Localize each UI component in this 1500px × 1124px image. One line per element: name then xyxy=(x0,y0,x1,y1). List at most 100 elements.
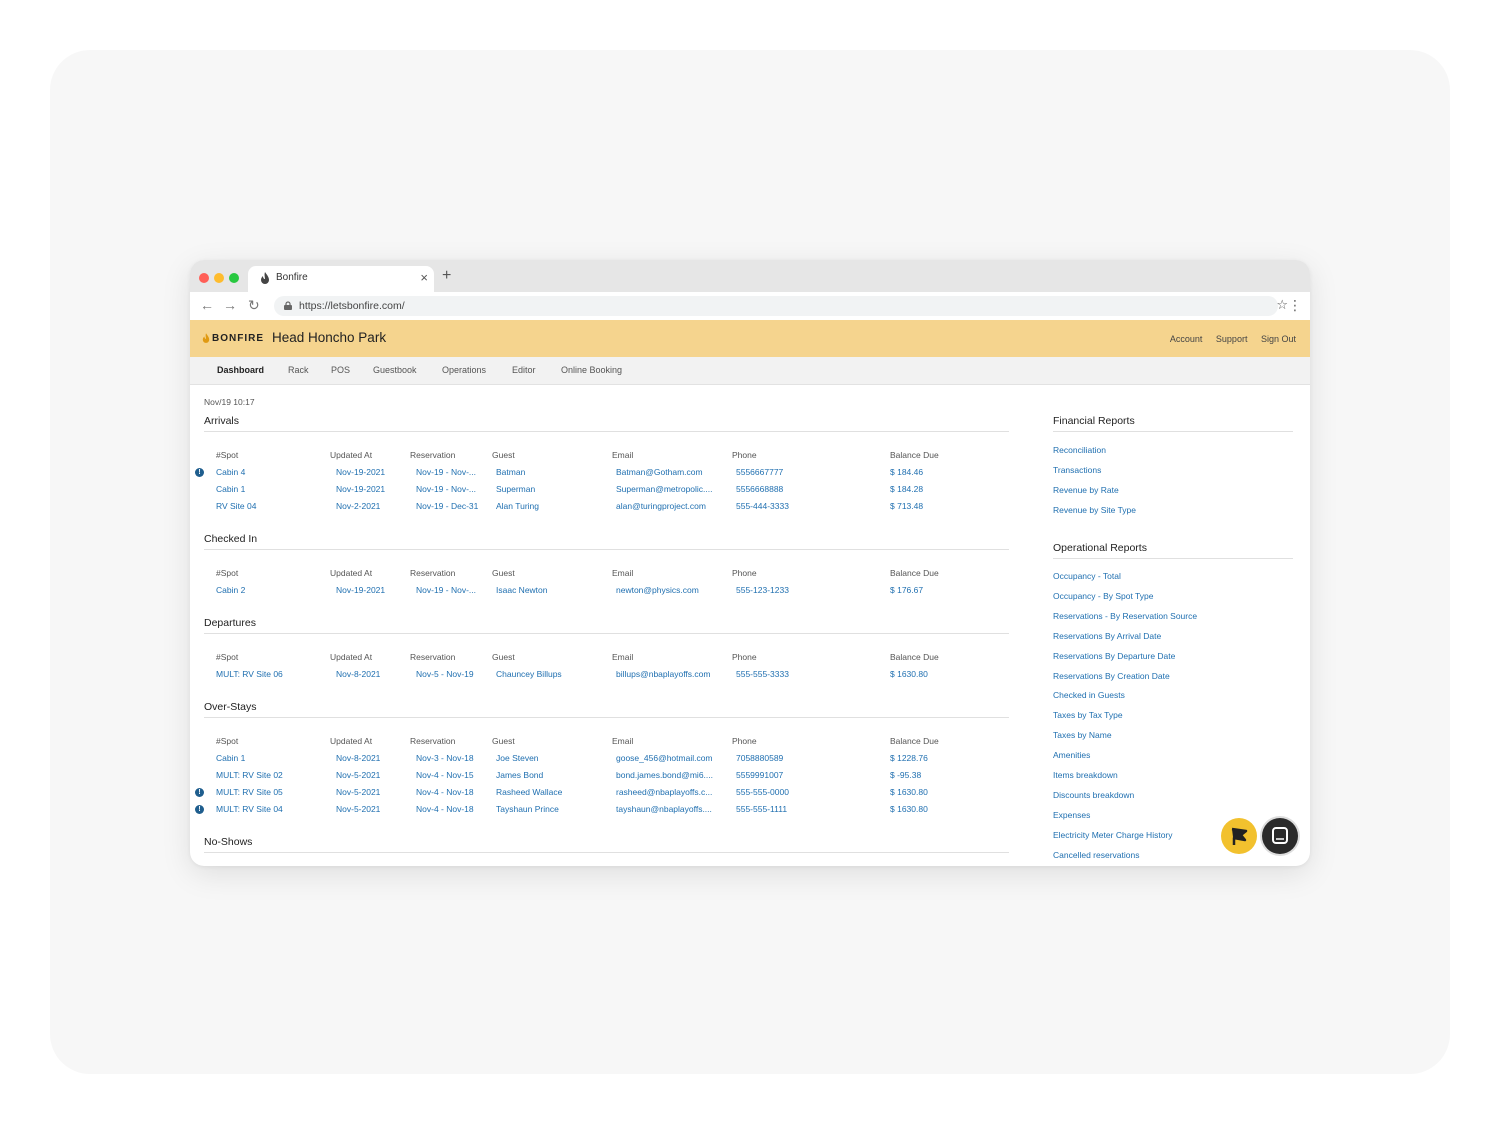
cell-spot[interactable]: MULT: RV Site 02 xyxy=(216,770,283,780)
report-link[interactable]: Checked in Guests xyxy=(1053,690,1125,700)
chat-button[interactable] xyxy=(1262,818,1298,854)
cell-guest[interactable]: James Bond xyxy=(496,770,543,780)
cell-balance-due[interactable]: $ 184.46 xyxy=(890,467,923,477)
cell-balance-due[interactable]: $ 1228.76 xyxy=(890,753,928,763)
cell-spot[interactable]: Cabin 1 xyxy=(216,484,245,494)
cell-reservation[interactable]: Nov-4 - Nov-18 xyxy=(416,804,474,814)
cell-balance-due[interactable]: $ 1630.80 xyxy=(890,787,928,797)
tab-editor[interactable]: Editor xyxy=(512,365,536,375)
bookmark-star-icon[interactable]: ☆ xyxy=(1276,297,1288,313)
report-link[interactable]: Expenses xyxy=(1053,810,1090,820)
cell-updated-at[interactable]: Nov-8-2021 xyxy=(336,753,380,763)
cell-reservation[interactable]: Nov-5 - Nov-19 xyxy=(416,669,474,679)
cell-updated-at[interactable]: Nov-19-2021 xyxy=(336,467,385,477)
cell-phone[interactable]: 555-444-3333 xyxy=(736,501,789,511)
bonfire-logo[interactable]: BONFIRE xyxy=(202,333,264,344)
cell-email[interactable]: newton@physics.com xyxy=(616,585,699,595)
cell-guest[interactable]: Chauncey Billups xyxy=(496,669,562,679)
support-link[interactable]: Support xyxy=(1216,334,1248,344)
cell-reservation[interactable]: Nov-19 - Nov-... xyxy=(416,467,476,477)
report-link[interactable]: Reservations - By Reservation Source xyxy=(1053,611,1197,621)
cell-guest[interactable]: Isaac Newton xyxy=(496,585,548,595)
minimize-window-button[interactable] xyxy=(214,273,224,283)
cell-spot[interactable]: MULT: RV Site 06 xyxy=(216,669,283,679)
cell-guest[interactable]: Tayshaun Prince xyxy=(496,804,559,814)
cell-spot[interactable]: RV Site 04 xyxy=(216,501,256,511)
report-link[interactable]: Occupancy - By Spot Type xyxy=(1053,591,1153,601)
cell-spot[interactable]: Cabin 1 xyxy=(216,753,245,763)
cell-reservation[interactable]: Nov-19 - Nov-... xyxy=(416,484,476,494)
cell-phone[interactable]: 555-123-1233 xyxy=(736,585,789,595)
table-row[interactable]: MULT: RV Site 06 Nov-8-2021 Nov-5 - Nov-19… xyxy=(190,669,1020,686)
cell-spot[interactable]: MULT: RV Site 04 xyxy=(216,804,283,814)
cell-updated-at[interactable]: Nov-2-2021 xyxy=(336,501,380,511)
report-link[interactable]: Reservations By Creation Date xyxy=(1053,671,1170,681)
report-link[interactable]: Electricity Meter Charge History xyxy=(1053,830,1173,840)
report-link[interactable]: Reservations By Arrival Date xyxy=(1053,631,1161,641)
cell-phone[interactable]: 555-555-0000 xyxy=(736,787,789,797)
cell-updated-at[interactable]: Nov-5-2021 xyxy=(336,787,380,797)
report-link[interactable]: Taxes by Tax Type xyxy=(1053,710,1123,720)
cell-spot[interactable]: MULT: RV Site 05 xyxy=(216,787,283,797)
new-tab-icon[interactable]: + xyxy=(442,267,451,285)
cell-email[interactable]: Batman@Gotham.com xyxy=(616,467,703,477)
table-row[interactable]: ! MULT: RV Site 05 Nov-5-2021 Nov-4 - Nov-1… xyxy=(190,787,1020,804)
cell-phone[interactable]: 555-555-1111 xyxy=(736,804,787,814)
cell-balance-due[interactable]: $ 184.28 xyxy=(890,484,923,494)
cell-guest[interactable]: Rasheed Wallace xyxy=(496,787,562,797)
cell-balance-due[interactable]: $ 176.67 xyxy=(890,585,923,595)
cell-reservation[interactable]: Nov-3 - Nov-18 xyxy=(416,753,474,763)
cell-balance-due[interactable]: $ 1630.80 xyxy=(890,669,928,679)
report-link[interactable]: Revenue by Site Type xyxy=(1053,505,1136,515)
back-icon[interactable]: ← xyxy=(200,297,214,313)
forward-icon[interactable]: → xyxy=(223,297,237,313)
cell-guest[interactable]: Batman xyxy=(496,467,525,477)
report-link[interactable]: Cancelled reservations xyxy=(1053,850,1139,860)
cell-spot[interactable]: Cabin 4 xyxy=(216,467,245,477)
tab-dashboard[interactable]: Dashboard xyxy=(217,365,264,375)
close-tab-icon[interactable]: × xyxy=(420,270,428,285)
cell-phone[interactable]: 5559991007 xyxy=(736,770,783,780)
maximize-window-button[interactable] xyxy=(229,273,239,283)
cell-reservation[interactable]: Nov-4 - Nov-15 xyxy=(416,770,474,780)
report-link[interactable]: Transactions xyxy=(1053,465,1101,475)
url-field[interactable]: https://letsbonfire.com/ ☆ xyxy=(274,296,1288,316)
tab-guestbook[interactable]: Guestbook xyxy=(373,365,417,375)
cell-phone[interactable]: 5556668888 xyxy=(736,484,783,494)
table-row[interactable]: ! Cabin 4 Nov-19-2021 Nov-19 - Nov-... Batma… xyxy=(190,467,1020,484)
cell-spot[interactable]: Cabin 2 xyxy=(216,585,245,595)
table-row[interactable]: MULT: RV Site 02 Nov-5-2021 Nov-4 - Nov-15… xyxy=(190,770,1020,787)
tab-rack[interactable]: Rack xyxy=(288,365,309,375)
table-row[interactable]: Cabin 1 Nov-19-2021 Nov-19 - Nov-... Superm… xyxy=(190,484,1020,501)
table-row[interactable]: Cabin 2 Nov-19-2021 Nov-19 - Nov-... Isaac … xyxy=(190,585,1020,602)
reload-icon[interactable]: ↻ xyxy=(248,297,260,314)
cell-updated-at[interactable]: Nov-5-2021 xyxy=(336,770,380,780)
cell-phone[interactable]: 555-555-3333 xyxy=(736,669,789,679)
cell-email[interactable]: rasheed@nbaplayoffs.c... xyxy=(616,787,712,797)
tab-operations[interactable]: Operations xyxy=(442,365,486,375)
cell-email[interactable]: tayshaun@nbaplayoffs.... xyxy=(616,804,712,814)
cell-reservation[interactable]: Nov-19 - Nov-... xyxy=(416,585,476,595)
cell-guest[interactable]: Alan Turing xyxy=(496,501,539,511)
browser-tab[interactable]: Bonfire × xyxy=(248,266,434,292)
report-link[interactable]: Amenities xyxy=(1053,750,1090,760)
cell-updated-at[interactable]: Nov-8-2021 xyxy=(336,669,380,679)
cell-balance-due[interactable]: $ -95.38 xyxy=(890,770,921,780)
cell-balance-due[interactable]: $ 1630.80 xyxy=(890,804,928,814)
table-row[interactable]: ! MULT: RV Site 04 Nov-5-2021 Nov-4 - Nov-1… xyxy=(190,804,1020,821)
sign-out-link[interactable]: Sign Out xyxy=(1261,334,1296,344)
report-link[interactable]: Reconciliation xyxy=(1053,445,1106,455)
close-window-button[interactable] xyxy=(199,273,209,283)
tab-pos[interactable]: POS xyxy=(331,365,350,375)
cell-guest[interactable]: Joe Steven xyxy=(496,753,539,763)
table-row[interactable]: RV Site 04 Nov-2-2021 Nov-19 - Dec-31 Alan … xyxy=(190,501,1020,518)
cell-email[interactable]: bond.james.bond@mi6.... xyxy=(616,770,713,780)
cell-email[interactable]: alan@turingproject.com xyxy=(616,501,706,511)
cell-updated-at[interactable]: Nov-5-2021 xyxy=(336,804,380,814)
report-link[interactable]: Discounts breakdown xyxy=(1053,790,1134,800)
cell-phone[interactable]: 5556667777 xyxy=(736,467,783,477)
report-link[interactable]: Occupancy - Total xyxy=(1053,571,1121,581)
cell-phone[interactable]: 7058880589 xyxy=(736,753,783,763)
tab-online-booking[interactable]: Online Booking xyxy=(561,365,622,375)
announcement-button[interactable] xyxy=(1221,818,1257,854)
